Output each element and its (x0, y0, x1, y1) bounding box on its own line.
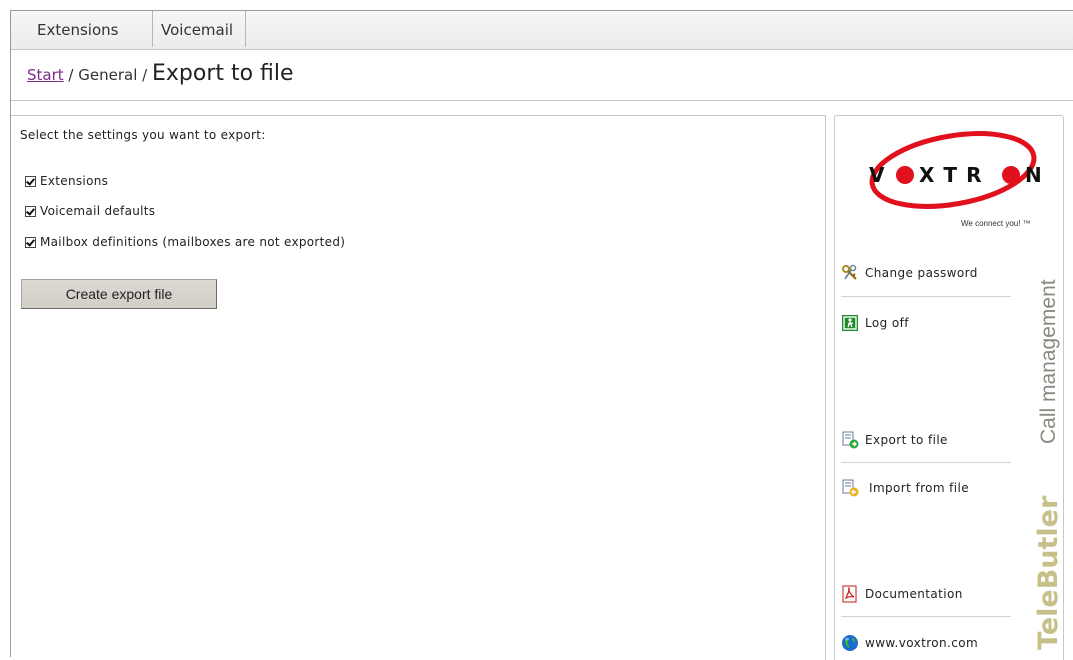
main-panel: Select the settings you want to export: … (11, 115, 826, 660)
keys-icon (841, 264, 859, 282)
breadcrumb: Start / General / Export to file (27, 61, 294, 89)
tab-voicemail[interactable]: Voicemail (153, 11, 246, 47)
log-off-link[interactable]: Log off (841, 312, 1011, 334)
option-mailbox-definitions[interactable]: Mailbox definitions (mailboxes are not e… (25, 233, 345, 251)
voicemail-defaults-checkbox[interactable] (25, 205, 36, 217)
intro-text: Select the settings you want to export: (20, 128, 266, 142)
telebutler-text: TeleButler (1033, 495, 1063, 650)
voxtron-website-link[interactable]: www.voxtron.com (841, 632, 1011, 654)
import-file-icon (841, 479, 859, 497)
change-password-link[interactable]: Change password (841, 262, 1011, 284)
export-to-file-link[interactable]: Export to file (841, 429, 1011, 451)
exit-door-icon (841, 314, 859, 332)
svg-text:We connect you! ™: We connect you! ™ (961, 219, 1031, 228)
sidebar-item-label: Change password (865, 266, 978, 280)
sidebar-item-label: Log off (865, 316, 909, 330)
option-label: Mailbox definitions (mailboxes are not e… (40, 235, 346, 249)
divider (841, 296, 1011, 297)
sidebar-item-label: Documentation (865, 587, 963, 601)
svg-text:N: N (1025, 163, 1042, 187)
divider (841, 462, 1011, 463)
extensions-checkbox[interactable] (25, 175, 36, 187)
telebutler-vertical-brand: TeleButler Call management (1033, 279, 1063, 650)
breadcrumb-general: General (78, 66, 138, 84)
documentation-link[interactable]: Documentation (841, 583, 1011, 605)
breadcrumb-separator: / (137, 66, 152, 84)
breadcrumb-start-link[interactable]: Start (27, 66, 64, 84)
option-extensions[interactable]: Extensions (25, 172, 108, 190)
breadcrumb-separator: / (63, 66, 79, 84)
svg-text:XTR: XTR (919, 163, 990, 187)
top-tab-bar: Extensions Voicemail (11, 11, 1073, 50)
app-frame: Extensions Voicemail Start / General / E… (10, 10, 1073, 660)
breadcrumb-bar: Start / General / Export to file (11, 50, 1073, 101)
mailbox-definitions-checkbox[interactable] (25, 236, 36, 248)
create-export-file-button[interactable]: Create export file (21, 279, 217, 309)
tab-extensions[interactable]: Extensions (27, 11, 153, 47)
globe-icon (841, 634, 859, 652)
page-title: Export to file (151, 61, 294, 86)
voxtron-logo: V XTR N We connect you! ™ (869, 131, 1042, 228)
pdf-icon (841, 585, 859, 603)
import-from-file-link[interactable]: Import from file (841, 477, 1011, 499)
sidebar-item-label: Export to file (865, 433, 948, 447)
divider (841, 616, 1011, 617)
svg-text:V: V (869, 163, 888, 187)
option-voicemail-defaults[interactable]: Voicemail defaults (25, 202, 155, 220)
sidebar-item-label: Import from file (869, 481, 970, 495)
call-management-text: Call management (1037, 279, 1060, 444)
sidebar-item-label: www.voxtron.com (865, 636, 979, 650)
option-label: Voicemail defaults (40, 204, 156, 218)
option-label: Extensions (40, 174, 109, 188)
right-sidebar: V XTR N We connect you! ™ Change passwor… (834, 115, 1064, 660)
export-file-icon (841, 431, 859, 449)
